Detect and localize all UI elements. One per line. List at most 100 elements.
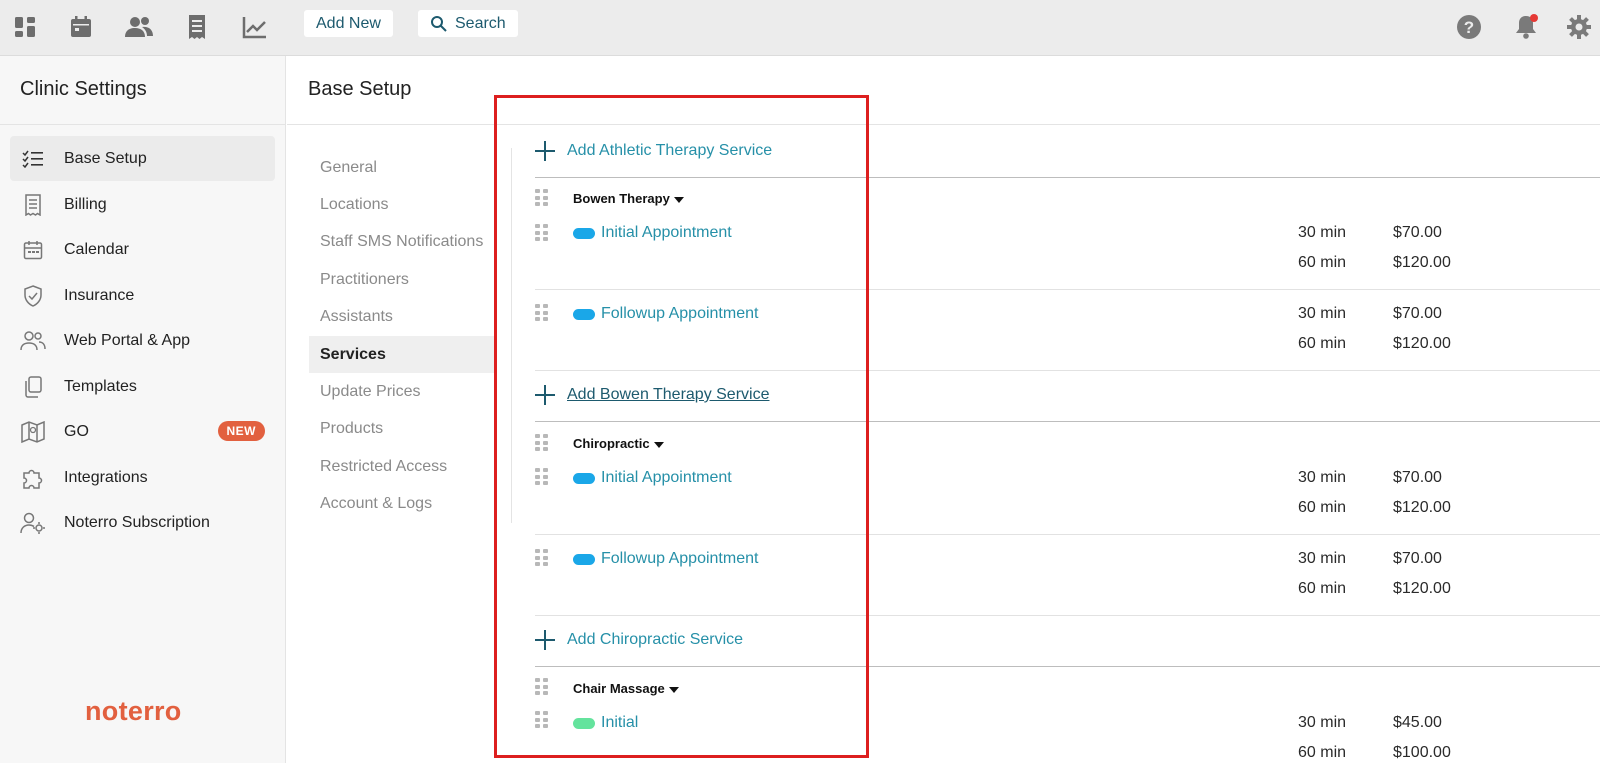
price: $100.00 (1393, 744, 1451, 761)
calendar-icon[interactable] (64, 10, 98, 44)
subnav-staff-sms[interactable]: Staff SMS Notifications (309, 223, 494, 260)
service-color-pill (573, 227, 595, 239)
sidebar-item-templates[interactable]: Templates (10, 364, 275, 409)
settings-sidebar: Clinic Settings Base Setup Billing Calen… (0, 56, 286, 763)
service-link[interactable]: Followup Appointment (573, 305, 758, 323)
add-service-label: Add Bowen Therapy Service (567, 386, 770, 403)
service-link[interactable]: Initial (573, 714, 638, 732)
user-gear-icon (20, 510, 46, 536)
svg-text:?: ? (1464, 18, 1474, 37)
duration: 60 min (1298, 254, 1347, 271)
bell-icon[interactable] (1509, 10, 1543, 44)
category-dropdown[interactable]: Bowen Therapy (573, 191, 684, 206)
people-icon[interactable] (122, 10, 156, 44)
service-link[interactable]: Initial Appointment (573, 469, 732, 487)
duration: 60 min (1298, 580, 1347, 597)
sidebar-item-label: Web Portal & App (64, 331, 190, 349)
sidebar-item-integrations[interactable]: Integrations (10, 455, 275, 500)
divider (535, 666, 1600, 667)
sidebar-item-billing[interactable]: Billing (10, 182, 275, 227)
gear-icon[interactable] (1562, 10, 1596, 44)
subnav-restricted-access[interactable]: Restricted Access (309, 448, 494, 485)
price: $70.00 (1393, 224, 1442, 241)
divider (535, 421, 1600, 422)
noterro-logo: noterro (85, 696, 182, 726)
add-chiropractic-service-button[interactable]: Add Chiropractic Service (535, 630, 743, 650)
drag-handle-icon[interactable] (535, 678, 549, 696)
top-bar: Add New Search ? (0, 0, 1600, 56)
chart-icon[interactable] (238, 10, 272, 44)
sidebar-item-label: Base Setup (64, 149, 147, 167)
sidebar-item-label: Noterro Subscription (64, 513, 210, 531)
caret-down-icon (668, 686, 679, 693)
service-name: Followup Appointment (601, 305, 759, 322)
duration: 30 min (1298, 469, 1347, 486)
receipt-icon[interactable] (180, 10, 214, 44)
search-icon (431, 16, 447, 32)
service-color-pill (573, 553, 595, 565)
drag-handle-icon[interactable] (535, 434, 549, 452)
drag-handle-icon[interactable] (535, 711, 549, 729)
subnav-practitioners[interactable]: Practitioners (309, 261, 494, 298)
sidebar-item-insurance[interactable]: Insurance (10, 273, 275, 318)
dashboard-icon[interactable] (8, 10, 42, 44)
drag-handle-icon[interactable] (535, 189, 549, 207)
subnav-divider (511, 148, 512, 523)
sidebar-title: Clinic Settings (20, 78, 147, 100)
category-dropdown[interactable]: Chair Massage (573, 681, 679, 696)
add-bowen-therapy-service-button[interactable]: Add Bowen Therapy Service (535, 385, 769, 405)
add-service-label: Add Chiropractic Service (567, 631, 744, 648)
service-link[interactable]: Initial Appointment (573, 224, 732, 242)
plus-icon (535, 141, 555, 161)
caret-down-icon (673, 196, 684, 203)
sidebar-item-base-setup[interactable]: Base Setup (10, 136, 275, 181)
category-label: Bowen Therapy (573, 191, 670, 206)
sidebar-divider (0, 124, 286, 125)
sidebar-item-label: Templates (64, 377, 137, 395)
subnav-account-logs[interactable]: Account & Logs (309, 485, 494, 522)
duration: 60 min (1298, 499, 1347, 516)
subnav-products[interactable]: Products (309, 410, 494, 447)
subnav-locations[interactable]: Locations (309, 186, 494, 223)
drag-handle-icon[interactable] (535, 468, 549, 486)
plus-icon (535, 385, 555, 405)
checklist-icon (20, 146, 46, 172)
duration: 30 min (1298, 550, 1347, 567)
duration: 60 min (1298, 744, 1347, 761)
price: $120.00 (1393, 499, 1451, 516)
sidebar-item-label: Insurance (64, 286, 135, 304)
sidebar-item-noterro-subscription[interactable]: Noterro Subscription (10, 500, 275, 545)
puzzle-icon (20, 465, 46, 491)
service-name: Initial (601, 714, 639, 731)
people-icon (20, 328, 46, 354)
category-dropdown[interactable]: Chiropractic (573, 436, 664, 451)
drag-handle-icon[interactable] (535, 304, 549, 322)
sidebar-item-calendar[interactable]: Calendar (10, 227, 275, 272)
drag-handle-icon[interactable] (535, 549, 549, 567)
subnav-general[interactable]: General (309, 149, 494, 186)
price: $120.00 (1393, 335, 1451, 352)
help-icon[interactable]: ? (1452, 10, 1486, 44)
divider (535, 289, 1600, 290)
page-title: Base Setup (308, 78, 412, 100)
service-name: Followup Appointment (601, 550, 759, 567)
subnav-services[interactable]: Services (309, 336, 494, 373)
category-label: Chair Massage (573, 681, 665, 696)
sidebar-item-label: Billing (64, 195, 107, 213)
copy-icon (20, 374, 46, 400)
add-athletic-therapy-service-button[interactable]: Add Athletic Therapy Service (535, 141, 772, 161)
subnav-update-prices[interactable]: Update Prices (309, 373, 494, 410)
subnav-assistants[interactable]: Assistants (309, 298, 494, 335)
price: $70.00 (1393, 469, 1442, 486)
service-color-pill (573, 308, 595, 320)
sidebar-item-label: GO (64, 422, 89, 440)
plus-icon (535, 630, 555, 650)
sidebar-item-web-portal[interactable]: Web Portal & App (10, 318, 275, 363)
receipt-icon (20, 192, 46, 218)
sidebar-item-go[interactable]: GO NEW (10, 409, 275, 454)
service-link[interactable]: Followup Appointment (573, 550, 758, 568)
category-label: Chiropractic (573, 436, 650, 451)
add-new-button[interactable]: Add New (304, 10, 393, 37)
drag-handle-icon[interactable] (535, 224, 549, 242)
search-button[interactable]: Search (418, 10, 518, 37)
